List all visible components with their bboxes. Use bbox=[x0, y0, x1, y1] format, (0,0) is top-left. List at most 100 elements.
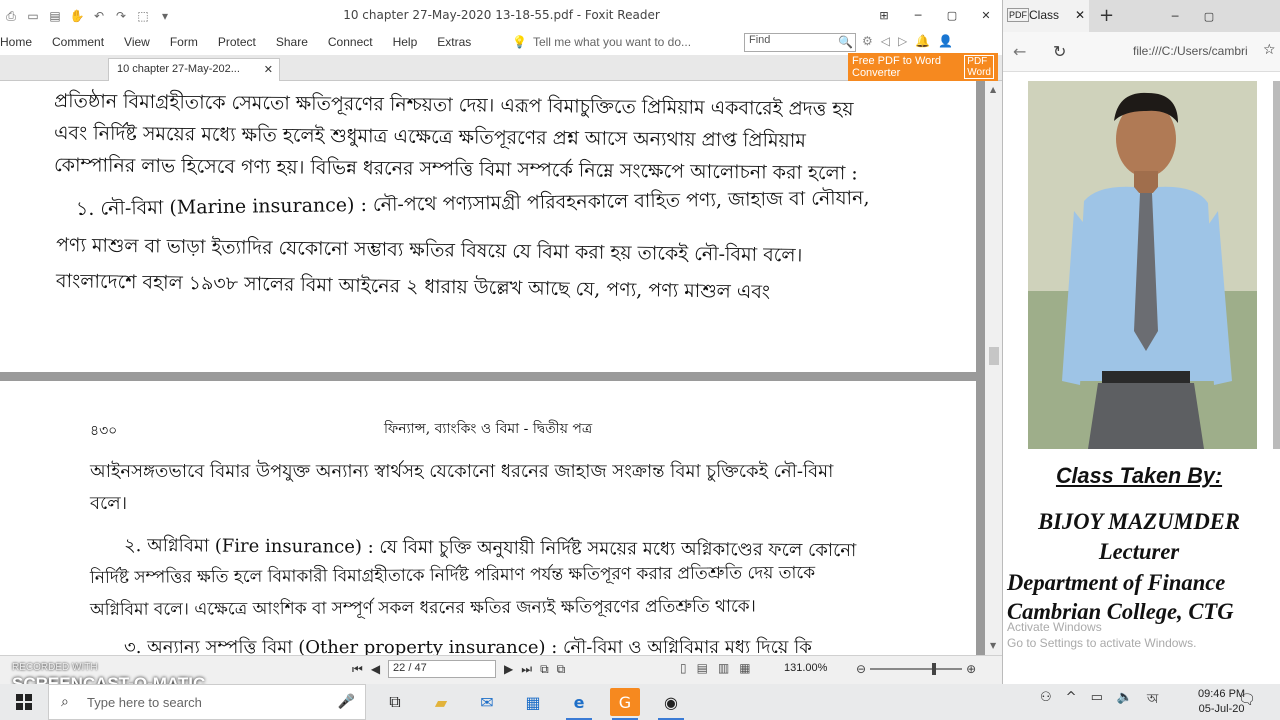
network-icon[interactable]: ▭ bbox=[1091, 690, 1103, 711]
document-view[interactable]: প্রতিষ্ঠান বিমাগ্রহীতাকে সেমতো ক্ষতিপূরণ… bbox=[0, 81, 985, 655]
minimize-button[interactable]: ─ bbox=[1158, 0, 1192, 32]
document-tab-label: 10 chapter 27-May-202... bbox=[117, 63, 240, 75]
first-page-icon[interactable]: ⏮ bbox=[352, 662, 363, 677]
menu-extras[interactable]: Extras bbox=[427, 35, 481, 49]
facing-page-icon[interactable]: ▥ bbox=[718, 661, 729, 675]
last-page-icon[interactable]: ⏭ bbox=[521, 662, 532, 677]
menu-comment[interactable]: Comment bbox=[42, 35, 114, 49]
volume-icon[interactable]: 🔈 bbox=[1117, 690, 1133, 711]
store-icon[interactable]: ▦ bbox=[518, 688, 548, 716]
menu-connect[interactable]: Connect bbox=[318, 35, 383, 49]
prev-result-icon[interactable]: ◁ bbox=[881, 34, 890, 48]
pdf-word-badge: PDF Word bbox=[964, 55, 994, 79]
tell-me-text: Tell me what you want to do... bbox=[532, 35, 692, 49]
badge-bottom: Word bbox=[967, 67, 991, 78]
close-tab-icon[interactable]: ✕ bbox=[1075, 8, 1085, 22]
task-view-icon[interactable]: ⧉ bbox=[380, 688, 410, 716]
scroll-up-icon[interactable]: ▲ bbox=[990, 85, 996, 94]
zoom-slider[interactable]: ⊖ ⊕ bbox=[856, 662, 976, 676]
search-icon: ⌕ bbox=[61, 693, 69, 709]
zoom-level[interactable]: 131.00% bbox=[784, 662, 827, 674]
find-input[interactable]: Find 🔍 bbox=[744, 33, 856, 52]
lecturer-role: Lecturer bbox=[1098, 539, 1180, 564]
language-icon[interactable]: অ bbox=[1147, 690, 1158, 711]
menu-home[interactable]: Home bbox=[0, 35, 42, 49]
document-tab[interactable]: 10 chapter 27-May-202... ✕ bbox=[108, 58, 280, 81]
watermark-large: SCREENCAST-O-MATIC bbox=[12, 674, 206, 684]
ribbon-toggle-icon[interactable]: ⊞ bbox=[867, 0, 901, 31]
page-number: ৪৩০ bbox=[90, 423, 118, 439]
bell-icon[interactable]: 🔔 bbox=[915, 34, 930, 48]
browser-tab[interactable]: PDF Class ✕ bbox=[1003, 0, 1089, 32]
single-page-icon[interactable]: ▯ bbox=[680, 661, 687, 675]
pdf-to-word-promo[interactable]: Free PDF to Word Converter PDF Word bbox=[848, 53, 998, 81]
search-icon[interactable]: 🔍 bbox=[838, 35, 853, 49]
zoom-track[interactable] bbox=[870, 663, 963, 675]
page2-line-6: ৩. অন্যান্য সম্পত্তি বিমা (Other propert… bbox=[124, 637, 812, 655]
close-button[interactable]: ✕ bbox=[969, 0, 1002, 31]
foxit-reader-icon[interactable]: G bbox=[610, 688, 640, 720]
close-tab-icon[interactable]: ✕ bbox=[264, 63, 273, 76]
pdf-file-icon: PDF bbox=[1007, 8, 1029, 22]
find-placeholder: Find bbox=[749, 34, 771, 46]
page2-line-4: নির্দিষ্ট সম্পত্তির ক্ষতি হলে বিমাকারী ব… bbox=[89, 562, 816, 588]
new-tab-button[interactable]: + bbox=[1099, 5, 1114, 26]
activate-line1: Activate Windows bbox=[1007, 620, 1102, 634]
lecturer-photo-illustration bbox=[1028, 81, 1257, 449]
browser-content: Class Taken By: BIJOY MAZUMDER Lecturer … bbox=[1003, 73, 1280, 684]
tray-chevron-icon[interactable]: ^ bbox=[1066, 690, 1077, 711]
scroll-down-icon[interactable]: ▼ bbox=[990, 641, 996, 650]
menu-right-icons: ⚙ ◁ ▷ 🔔 👤 bbox=[862, 34, 953, 48]
microphone-icon[interactable]: 🎤 bbox=[338, 693, 355, 710]
refresh-icon[interactable]: ↻ bbox=[1053, 42, 1066, 61]
system-tray: ⚇ ^ ▭ 🔈 অ bbox=[1040, 690, 1158, 711]
zoom-out-icon[interactable]: ⊖ bbox=[856, 662, 866, 676]
search-placeholder: Type here to search bbox=[87, 695, 202, 710]
favorite-star-icon[interactable]: ☆ bbox=[1263, 42, 1276, 58]
minimize-button[interactable]: ─ bbox=[901, 0, 935, 31]
screencast-recorder-icon[interactable]: ◉ bbox=[656, 688, 686, 720]
back-icon[interactable]: ← bbox=[1013, 42, 1026, 61]
foxit-reader-window: ⎙ ▭ ▤ ✋ ↶ ↷ ⬚ ▾ 10 chapter 27-May-2020 1… bbox=[0, 0, 1003, 684]
activate-line2: Go to Settings to activate Windows. bbox=[1007, 636, 1197, 650]
maximize-button[interactable]: ▢ bbox=[1192, 0, 1226, 32]
browser-window: PDF Class ✕ + ─ ▢ ← ↻ file:///C:/Users/c… bbox=[1003, 0, 1280, 684]
menu-help[interactable]: Help bbox=[383, 35, 428, 49]
menu-protect[interactable]: Protect bbox=[208, 35, 266, 49]
page-number-input[interactable]: 22 / 47 bbox=[388, 660, 497, 678]
vertical-scrollbar[interactable]: ▲ ▼ bbox=[985, 81, 1002, 655]
continuous-facing-icon[interactable]: ▦ bbox=[739, 661, 750, 675]
edge-browser-icon[interactable]: e bbox=[564, 688, 594, 720]
window-controls: ⊞ ─ ▢ ✕ bbox=[867, 0, 1002, 31]
page-running-header: ফিন্যান্স, ব্যাংকিং ও বিমা - দ্বিতীয় পত… bbox=[384, 421, 593, 437]
people-icon[interactable]: ⚇ bbox=[1040, 690, 1052, 711]
zoom-thumb[interactable] bbox=[931, 663, 936, 675]
prev-page-icon[interactable]: ◀ bbox=[371, 662, 380, 676]
lecturer-department: Department of Finance bbox=[1007, 570, 1226, 595]
taskbar-search-input[interactable]: ⌕ Type here to search 🎤 bbox=[48, 684, 366, 720]
tell-me-box[interactable]: 💡 Tell me what you want to do... bbox=[512, 35, 691, 49]
previous-view-icon[interactable]: ⧉ bbox=[540, 662, 549, 677]
settings-icon[interactable]: ⚙ bbox=[862, 34, 873, 48]
zoom-in-icon[interactable]: ⊕ bbox=[966, 662, 976, 676]
menu-share[interactable]: Share bbox=[266, 35, 318, 49]
next-result-icon[interactable]: ▷ bbox=[898, 34, 907, 48]
mail-icon[interactable]: ✉ bbox=[472, 688, 502, 716]
next-page-icon[interactable]: ▶ bbox=[504, 662, 513, 676]
file-explorer-icon[interactable]: ▰ bbox=[426, 688, 456, 716]
next-view-icon[interactable]: ⧉ bbox=[557, 662, 566, 677]
menu-view[interactable]: View bbox=[114, 35, 160, 49]
continuous-page-icon[interactable]: ▤ bbox=[697, 661, 708, 675]
browser-tab-bar: PDF Class ✕ + ─ ▢ bbox=[1003, 0, 1280, 32]
notification-icon[interactable]: 🗨 bbox=[1238, 692, 1256, 708]
pdf-page-22: ৪৩০ ফিন্যান্স, ব্যাংকিং ও বিমা - দ্বিতীয… bbox=[0, 381, 976, 655]
url-field[interactable]: file:///C:/Users/cambri bbox=[1133, 44, 1248, 58]
title-bar: ⎙ ▭ ▤ ✋ ↶ ↷ ⬚ ▾ 10 chapter 27-May-2020 1… bbox=[0, 0, 1002, 31]
scrollbar-thumb[interactable] bbox=[989, 347, 999, 365]
menu-bar: Home Comment View Form Protect Share Con… bbox=[0, 31, 1002, 55]
maximize-button[interactable]: ▢ bbox=[935, 0, 969, 31]
page1-line-6: বাংলাদেশে বহাল ১৯৩৮ সালের বিমা আইনের ২ ধ… bbox=[55, 270, 771, 304]
user-icon[interactable]: 👤 bbox=[938, 34, 953, 48]
start-button[interactable] bbox=[0, 684, 48, 720]
menu-form[interactable]: Form bbox=[160, 35, 208, 49]
